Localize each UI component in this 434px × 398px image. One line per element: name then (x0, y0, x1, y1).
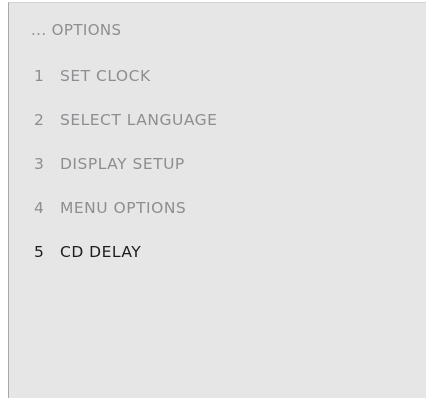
menu-item-label: SELECT LANGUAGE (60, 111, 218, 129)
menu-item-number: 4 (34, 199, 45, 217)
menu-item-label: CD DELAY (60, 243, 142, 261)
menu-item-menu-options[interactable]: 4 MENU OPTIONS (34, 199, 186, 217)
menu-item-number: 2 (34, 111, 45, 129)
menu-item-label: SET CLOCK (60, 67, 151, 85)
menu-item-number: 3 (34, 155, 45, 173)
menu-item-cd-delay[interactable]: 5 CD DELAY (34, 243, 141, 261)
menu-item-display-setup[interactable]: 3 DISPLAY SETUP (34, 155, 185, 173)
menu-item-set-clock[interactable]: 1 SET CLOCK (34, 67, 151, 85)
menu-item-select-language[interactable]: 2 SELECT LANGUAGE (34, 111, 217, 129)
menu-item-number: 1 (34, 67, 45, 85)
menu-item-number: 5 (34, 243, 45, 261)
menu-item-label: MENU OPTIONS (60, 199, 187, 217)
menu-item-label: DISPLAY SETUP (60, 155, 185, 173)
menu-header: ... OPTIONS (31, 21, 122, 39)
options-menu-panel: ... OPTIONS 1 SET CLOCK 2 SELECT LANGUAGE … (8, 2, 426, 398)
